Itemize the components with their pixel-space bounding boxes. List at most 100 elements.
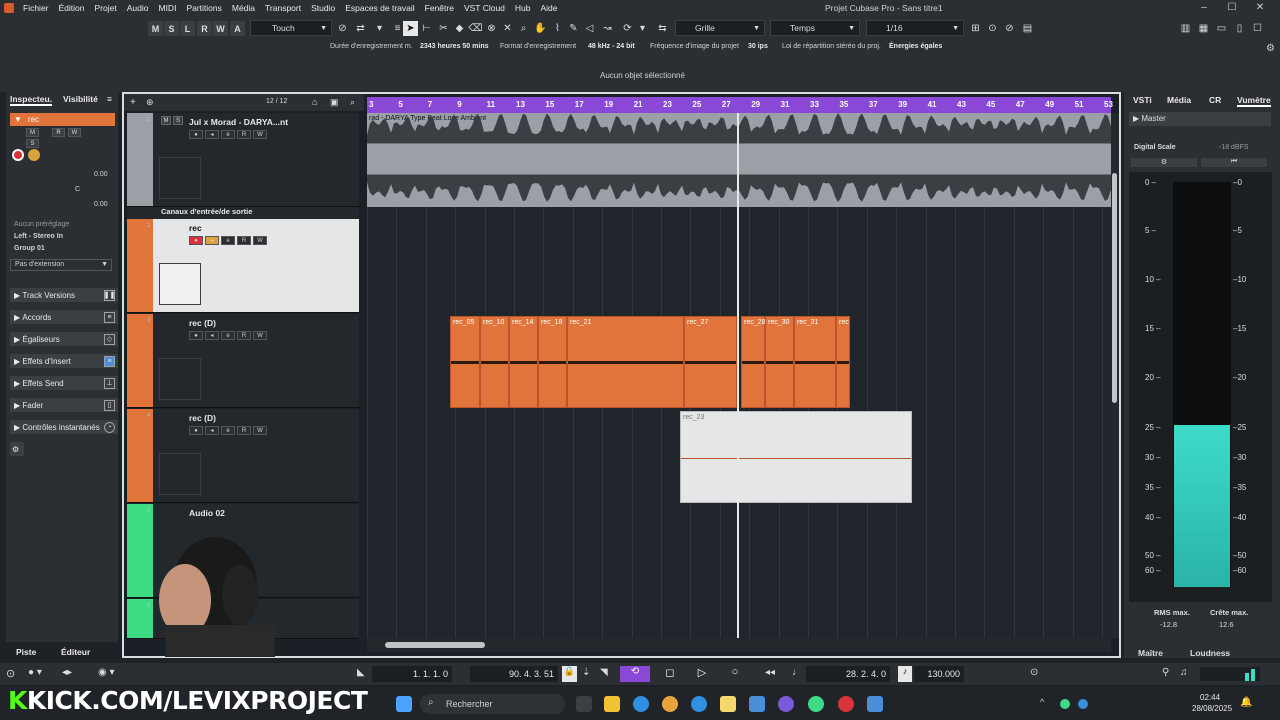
layout-split-icon[interactable]: ▦ <box>1196 21 1211 36</box>
comp-tool-icon[interactable]: ↝ <box>600 21 615 36</box>
automation-button[interactable]: A <box>230 21 245 36</box>
quantize-icon[interactable]: ⊞ <box>968 21 983 36</box>
audio-event-rec-05[interactable]: rec_05 <box>450 316 480 408</box>
menu-hub[interactable]: Hub <box>510 3 536 13</box>
metronome-icon[interactable]: ◉ ▾ <box>98 667 115 678</box>
extension-select[interactable]: Pas d'extension ▼ <box>10 259 112 271</box>
layout-left-icon[interactable]: ▥ <box>1178 21 1193 36</box>
headphones-icon[interactable]: ♫ <box>1180 667 1188 678</box>
edit-button[interactable]: e <box>221 426 235 435</box>
audio-event-rec-18[interactable]: rec_18 <box>538 316 567 408</box>
mute-button[interactable]: M <box>161 116 171 125</box>
right-locator[interactable]: 90. 4. 3. 51 <box>470 666 558 682</box>
track-settings-icon[interactable]: ▣ <box>330 97 339 108</box>
listen-button[interactable]: L <box>180 21 195 36</box>
windows-start-icon[interactable] <box>396 696 412 712</box>
record-enable-button[interactable]: ● <box>189 426 203 435</box>
menu-fichier[interactable]: Fichier <box>18 3 54 13</box>
window-layout-icon[interactable]: ▤ <box>1020 21 1035 36</box>
auto-quantize-icon[interactable]: ◂◂ <box>765 667 775 678</box>
input-icon[interactable]: ⚲ <box>1162 667 1169 678</box>
section-accords[interactable]: ▶ Accords ≡ <box>10 310 118 324</box>
inspector-track-header[interactable]: ▼ rec <box>10 113 115 126</box>
menu-edition[interactable]: Édition <box>54 3 90 13</box>
cycle-button[interactable]: ⟲ <box>620 666 650 682</box>
volume-value[interactable]: 0.00 <box>94 171 108 178</box>
audio-event-rec-28[interactable]: rec_28 <box>741 316 765 408</box>
tempo-track-icon[interactable]: ♪ <box>898 666 912 682</box>
time-position[interactable]: 28. 2. 4. 0 <box>806 666 890 682</box>
tray-icon-2[interactable] <box>1078 699 1088 709</box>
menu-projet[interactable]: Projet <box>90 3 122 13</box>
read-button[interactable]: R <box>237 426 251 435</box>
notification-icon[interactable]: 🔔 <box>1240 697 1252 708</box>
layout-full-icon[interactable]: ☐ <box>1250 21 1265 36</box>
read-button[interactable]: R <box>237 236 251 245</box>
taskbar-search[interactable]: Rechercher <box>420 694 565 714</box>
track-name[interactable]: Jul x Morad - DARYA...nt <box>189 117 288 127</box>
grid-type-select[interactable]: Temps ▼ <box>770 20 860 36</box>
tab-piste[interactable]: Piste <box>16 647 36 657</box>
nudge-icon[interactable]: ⇆ <box>655 21 670 36</box>
arrange-icon[interactable]: ⇄ <box>353 21 368 36</box>
write-button[interactable]: W <box>253 426 267 435</box>
lock-icon[interactable]: 🔒 <box>562 666 577 682</box>
section-fader[interactable]: ▶ Fader ▯ <box>10 398 118 412</box>
link-icon[interactable]: ⊘ <box>335 21 350 36</box>
edge-icon[interactable] <box>633 696 649 712</box>
tempo-field[interactable]: 130.000 <box>914 666 964 682</box>
magnifier-icon[interactable]: ⌕ <box>516 21 531 36</box>
monitor-button[interactable]: ◂ <box>205 426 219 435</box>
read-button[interactable]: R <box>237 331 251 340</box>
tab-maitre[interactable]: Maître <box>1138 648 1163 658</box>
write-button[interactable]: W <box>253 130 267 139</box>
tab-vumetre[interactable]: Vumètre <box>1237 95 1271 107</box>
add-track-icon[interactable]: + <box>130 97 136 108</box>
scroll-thumb[interactable] <box>385 642 485 648</box>
menu-espaces[interactable]: Espaces de travail <box>340 3 419 13</box>
inspector-menu-icon[interactable]: ≡ <box>107 94 112 104</box>
record-button[interactable]: ○ <box>725 666 745 682</box>
automation-mode-select[interactable]: Touch ▼ <box>250 20 332 36</box>
split-tool-icon[interactable]: ✂ <box>436 21 451 36</box>
read-button[interactable]: R <box>197 21 212 36</box>
app-icon-4[interactable] <box>808 696 824 712</box>
layout-right-icon[interactable]: ▯ <box>1232 21 1247 36</box>
edit-button[interactable]: e <box>221 331 235 340</box>
playhead-cursor[interactable] <box>737 113 739 638</box>
app-icon-2[interactable] <box>720 696 736 712</box>
mute-button[interactable]: M <box>26 128 39 137</box>
track-1[interactable]: 1 Jul x Morad - DARYA...nt MS ● ◂ e R W <box>127 113 359 207</box>
audio-event-rec[interactable]: rec <box>836 316 850 408</box>
horizontal-scrollbar[interactable] <box>367 638 1111 652</box>
record-enable-button[interactable]: ● <box>189 331 203 340</box>
app-icon-3[interactable] <box>749 696 765 712</box>
hand-tool-icon[interactable]: ✋ <box>533 21 548 36</box>
tab-media[interactable]: Média <box>1167 95 1191 105</box>
vscroll-thumb[interactable] <box>1112 173 1117 403</box>
speaker-icon[interactable]: ◁ <box>582 21 597 36</box>
cubase-taskbar-icon[interactable] <box>867 696 883 712</box>
timewarp-icon[interactable]: ⌇ <box>550 21 565 36</box>
punch-icon[interactable]: ⇣ <box>582 667 590 678</box>
settings-icon[interactable]: ⚙ <box>1266 43 1275 54</box>
menu-transport[interactable]: Transport <box>260 3 306 13</box>
folder-track-io[interactable]: Canaux d'entrée/de sortie <box>127 207 359 219</box>
track-4[interactable]: 4 rec (D) ● ◂ e R W <box>127 409 359 503</box>
record-enable-button[interactable]: ● <box>189 236 203 245</box>
draw-tool-icon[interactable]: ✎ <box>566 21 581 36</box>
nudge-icon[interactable]: ◂▸ <box>62 667 72 678</box>
collapse-icon[interactable]: ▼ <box>14 115 22 124</box>
glue-tool-icon[interactable]: ◆ <box>452 21 467 36</box>
pan-value[interactable]: C <box>75 186 80 193</box>
menu-midi[interactable]: MIDI <box>153 3 181 13</box>
vertical-scrollbar[interactable] <box>1111 113 1119 638</box>
section-controles[interactable]: ▶ Contrôles instantanés ◔ <box>10 420 118 434</box>
left-locator-icon[interactable]: ◣ <box>357 667 365 678</box>
audio-event-rec-10[interactable]: rec_10 <box>480 316 509 408</box>
inspector-settings-icon[interactable]: ⚙ <box>10 442 24 456</box>
file-explorer-icon[interactable] <box>604 696 620 712</box>
layout-bottom-icon[interactable]: ▭ <box>1214 21 1229 36</box>
cycle-icon[interactable]: ⟳ <box>620 21 635 36</box>
input-routing[interactable]: Left - Stereo In <box>14 233 63 240</box>
